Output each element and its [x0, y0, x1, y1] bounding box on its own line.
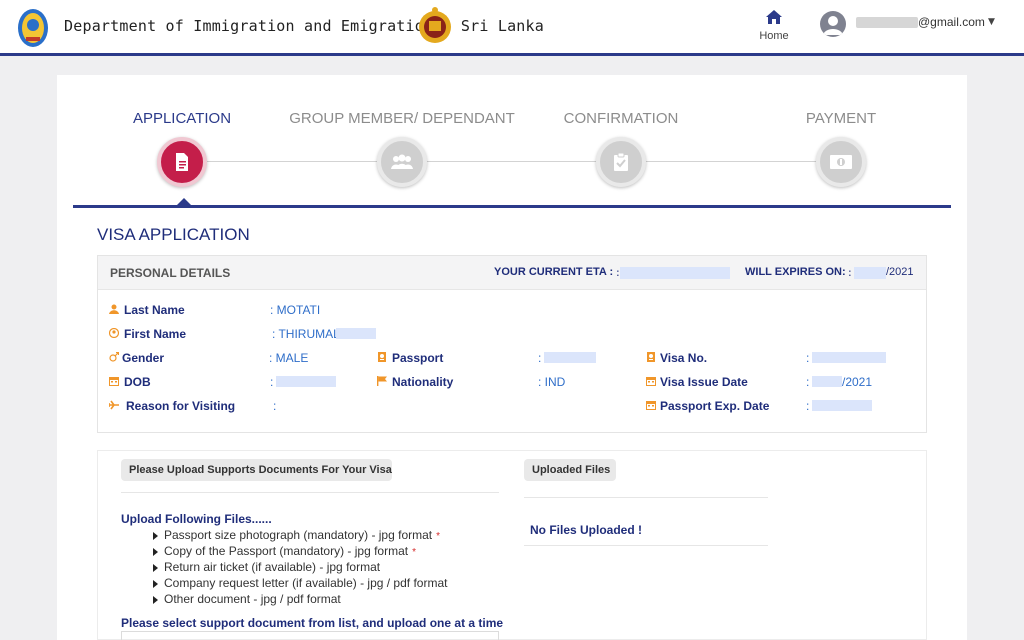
uploaded-files-title: Uploaded Files [524, 459, 616, 481]
document-icon [176, 153, 188, 171]
step-group-label: GROUP MEMBER/ DEPENDANT [289, 110, 515, 127]
expires-value: /2021 [886, 266, 914, 278]
home-link[interactable]: Home [752, 10, 796, 42]
user-avatar[interactable] [820, 11, 846, 37]
step-application-label: APPLICATION [132, 110, 232, 127]
passport-exp-value: : [806, 399, 810, 413]
current-eta-redacted [620, 267, 730, 279]
first-name-redacted [336, 328, 376, 339]
section-title: VISA APPLICATION [97, 225, 250, 244]
site-title: Department of Immigration and Emigration… [64, 17, 544, 35]
visa-issue-label: Visa Issue Date [660, 375, 748, 389]
expires-redacted [854, 267, 886, 279]
user-icon [109, 304, 119, 314]
required-files-list: Passport size photograph (mandatory) - j… [150, 528, 447, 608]
gender-label: Gender [122, 351, 165, 365]
visa-icon [647, 352, 655, 362]
home-icon [766, 10, 782, 24]
step-application[interactable] [157, 137, 207, 187]
list-item: Return air ticket (if available) - jpg f… [150, 560, 447, 576]
dob-label: DOB [124, 375, 151, 389]
first-name-label: First Name [124, 327, 187, 341]
reason-value: : [273, 399, 277, 413]
banknote-icon [830, 155, 852, 169]
dob-redacted [276, 376, 336, 387]
passport-redacted [544, 352, 596, 363]
list-item: Copy of the Passport (mandatory) - jpg f… [150, 544, 447, 560]
step-connector [646, 161, 817, 162]
current-eta-label: YOUR CURRENT ETA : [494, 266, 614, 278]
divider [524, 545, 768, 546]
home-label: Home [759, 30, 789, 42]
expires-colon: : [848, 266, 852, 279]
upload-documents-title: Please Upload Supports Documents For You… [121, 459, 392, 481]
last-name-value: : MOTATI [270, 303, 321, 317]
passport-exp-redacted [812, 400, 872, 411]
step-confirmation[interactable] [596, 137, 646, 187]
list-item: Company request letter (if available) - … [150, 576, 447, 592]
step-confirmation-label: CONFIRMATION [563, 110, 679, 127]
group-icon [391, 154, 413, 169]
expires-label: WILL EXPIRES ON: [745, 266, 846, 278]
reason-label: Reason for Visiting [126, 399, 236, 413]
passport-icon [378, 352, 386, 362]
visa-no-value: : [806, 351, 810, 365]
step-connector [207, 161, 377, 162]
step-payment[interactable] [816, 137, 866, 187]
required-marker: * [436, 531, 441, 542]
step-payment-label: PAYMENT [805, 110, 877, 127]
gender-value: : MALE [269, 351, 309, 365]
first-name-value: : THIRUMAL [272, 327, 340, 341]
flag-icon [377, 376, 387, 386]
gender-icon [109, 352, 119, 362]
clipboard-check-icon [614, 153, 628, 171]
visa-no-label: Visa No. [660, 351, 708, 365]
visa-issue-redacted [812, 376, 842, 387]
document-type-select[interactable] [121, 631, 499, 640]
nationality-value: : IND [538, 375, 566, 389]
calendar-icon [109, 377, 119, 386]
department-emblem-icon [18, 9, 48, 47]
step-group-member[interactable] [377, 137, 427, 187]
divider [524, 497, 768, 498]
steps-divider [73, 205, 951, 208]
required-marker: * [412, 547, 417, 558]
user-circle-icon [109, 328, 119, 338]
no-files-message: No Files Uploaded ! [530, 523, 643, 537]
chevron-down-icon[interactable]: ▼ [988, 17, 995, 27]
upload-files-heading: Upload Following Files...... [121, 512, 272, 526]
personal-details-title: PERSONAL DETAILS [110, 266, 231, 280]
divider [121, 492, 499, 493]
passport-value: : [538, 351, 542, 365]
calendar-icon [646, 377, 656, 386]
select-document-instruction: Please select support document from list… [121, 616, 504, 630]
passport-label: Passport [392, 351, 444, 365]
national-emblem-icon [419, 7, 451, 43]
nationality-label: Nationality [392, 375, 454, 389]
personal-details-header: PERSONAL DETAILS YOUR CURRENT ETA : : WI… [98, 256, 926, 290]
user-icon [823, 16, 843, 35]
top-bar: Department of Immigration and Emigration… [0, 0, 1024, 56]
calendar-icon [646, 401, 656, 410]
list-item: Passport size photograph (mandatory) - j… [150, 528, 447, 544]
last-name-label: Last Name [124, 303, 185, 317]
visa-issue-year: /2021 [842, 375, 873, 389]
email-redacted [856, 17, 918, 28]
list-item: Other document - jpg / pdf format [150, 592, 447, 608]
visa-issue-value: : [806, 375, 810, 389]
user-email[interactable]: @gmail.com [918, 15, 985, 29]
plane-icon [109, 400, 119, 410]
step-connector [427, 161, 597, 162]
dob-value: : [270, 375, 274, 389]
visa-no-redacted [812, 352, 886, 363]
passport-exp-label: Passport Exp. Date [660, 399, 770, 413]
